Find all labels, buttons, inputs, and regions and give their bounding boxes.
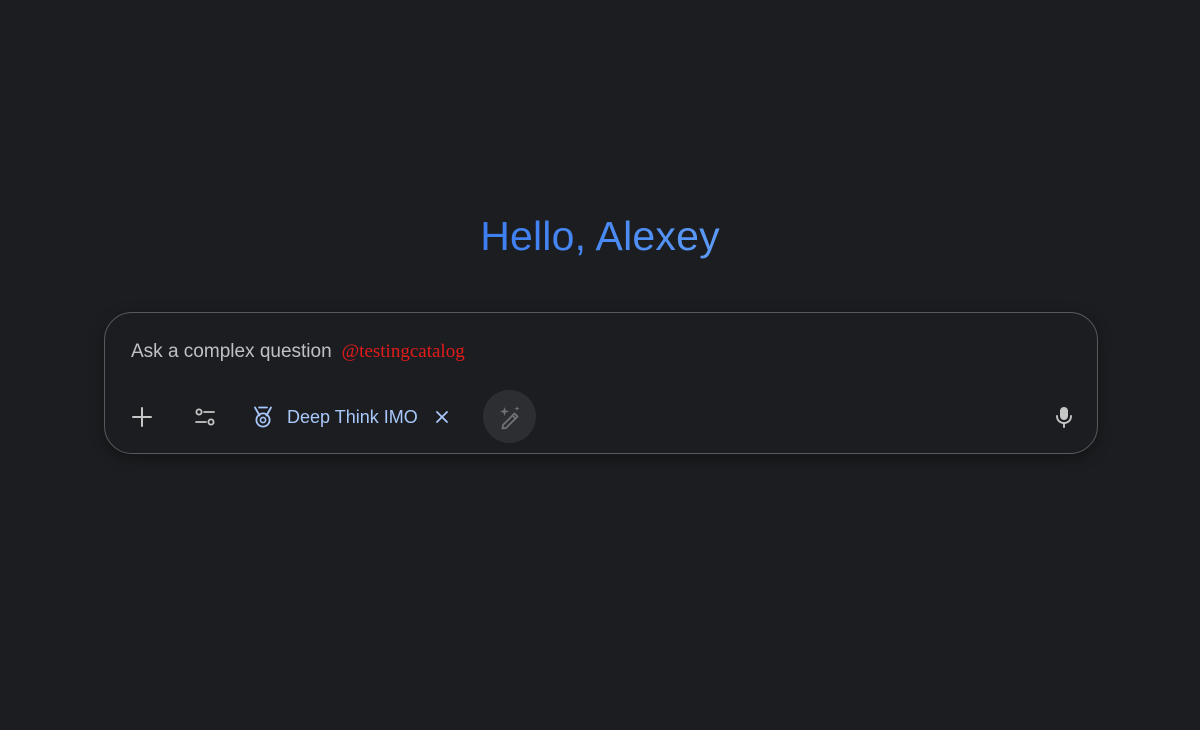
plus-icon xyxy=(132,407,152,427)
greeting-text: Hello, Alexey xyxy=(480,213,720,259)
prompt-row[interactable]: Ask a complex question @testingcatalog xyxy=(131,339,465,365)
greeting-heading: Hello, Alexey xyxy=(0,208,1200,264)
tools-button[interactable] xyxy=(185,397,225,437)
refine-prompt-button[interactable] xyxy=(483,390,536,443)
microphone-button[interactable] xyxy=(1044,397,1084,437)
close-icon[interactable] xyxy=(432,407,452,427)
prompt-composer[interactable]: Ask a complex question @testingcatalog D… xyxy=(104,312,1098,454)
medal-icon xyxy=(251,405,275,429)
add-button[interactable] xyxy=(122,397,162,437)
magic-pencil-icon xyxy=(499,405,519,429)
deep-think-imo-chip[interactable]: Deep Think IMO xyxy=(251,399,452,435)
watermark-text: @testingcatalog xyxy=(341,341,465,362)
microphone-icon xyxy=(1056,407,1072,428)
chip-label: Deep Think IMO xyxy=(287,407,418,427)
tune-sliders-icon xyxy=(195,408,215,426)
prompt-input-placeholder[interactable]: Ask a complex question xyxy=(131,339,332,365)
